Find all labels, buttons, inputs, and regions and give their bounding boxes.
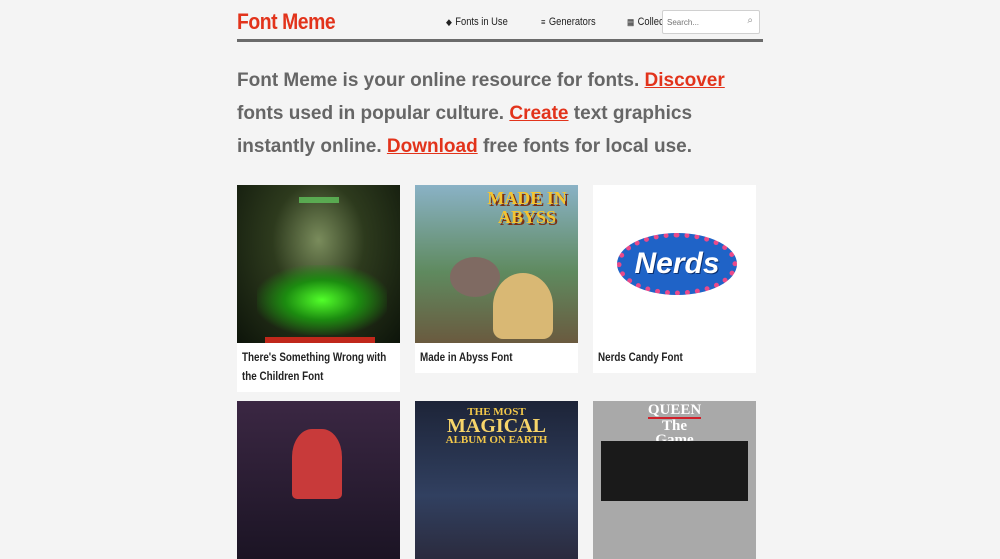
art-logo-text: MADE IN ABYSS bbox=[487, 188, 567, 227]
art-photo bbox=[601, 441, 748, 501]
nav-generators[interactable]: ≡ Generators bbox=[541, 16, 596, 28]
card-thumbnail[interactable]: QUEEN The Game bbox=[593, 401, 756, 559]
nav-fonts-in-use[interactable]: ◆ Fonts in Use bbox=[446, 16, 508, 28]
art-figure bbox=[292, 429, 342, 499]
page-container: Font Meme ◆ Fonts in Use ≡ Generators ▦ … bbox=[237, 0, 763, 559]
art-title bbox=[265, 337, 375, 343]
tag-icon: ◆ bbox=[446, 16, 452, 27]
intro-segment: Font Meme is your online resource for fo… bbox=[237, 70, 645, 91]
site-header: Font Meme ◆ Fonts in Use ≡ Generators ▦ … bbox=[237, 0, 763, 42]
font-card[interactable]: QUEEN The Game bbox=[593, 401, 756, 559]
main-nav: ◆ Fonts in Use ≡ Generators ▦ Collection bbox=[446, 16, 688, 28]
intro-text: Font Meme is your online resource for fo… bbox=[237, 64, 763, 163]
search-input[interactable] bbox=[667, 15, 737, 29]
art-logo-text: Nerds bbox=[617, 233, 737, 295]
card-thumbnail[interactable] bbox=[237, 185, 400, 343]
art-glow bbox=[257, 265, 387, 335]
card-caption[interactable]: Nerds Candy Font bbox=[593, 343, 756, 373]
generators-icon: ≡ bbox=[540, 17, 546, 27]
nav-label: Fonts in Use bbox=[455, 16, 508, 28]
nav-label: Generators bbox=[548, 16, 596, 28]
intro-segment: fonts used in popular culture. bbox=[237, 103, 510, 124]
font-card[interactable]: MADE IN ABYSS Made in Abyss Font bbox=[415, 185, 578, 373]
art-logo bbox=[299, 197, 339, 203]
discover-link[interactable]: Discover bbox=[645, 70, 725, 91]
card-caption-text: Made in Abyss Font bbox=[420, 350, 513, 364]
card-caption-text: Nerds Candy Font bbox=[598, 350, 683, 364]
art-line: ALBUM ON EARTH bbox=[445, 434, 548, 446]
card-thumbnail[interactable]: MADE IN ABYSS bbox=[415, 185, 578, 343]
art-line: MAGICAL bbox=[447, 415, 546, 437]
card-thumbnail[interactable] bbox=[237, 401, 400, 559]
art-text: THE MOST MAGICAL ALBUM ON EARTH bbox=[415, 405, 578, 447]
search-icon[interactable]: ⌕ bbox=[747, 15, 753, 26]
grid-icon: ▦ bbox=[626, 16, 635, 27]
art-line: QUEEN bbox=[647, 402, 702, 419]
create-link[interactable]: Create bbox=[509, 103, 568, 124]
card-caption[interactable]: Made in Abyss Font bbox=[415, 343, 578, 373]
font-card[interactable]: THE MOST MAGICAL ALBUM ON EARTH bbox=[415, 401, 578, 559]
card-caption[interactable]: There's Something Wrong with the Childre… bbox=[237, 343, 400, 392]
art-line: The bbox=[661, 418, 687, 434]
site-logo[interactable]: Font Meme bbox=[237, 9, 336, 35]
art-creature bbox=[450, 257, 500, 297]
font-grid: There's Something Wrong with the Childre… bbox=[237, 185, 763, 559]
art-character bbox=[493, 273, 553, 339]
font-card[interactable]: There's Something Wrong with the Childre… bbox=[237, 185, 400, 392]
card-thumbnail[interactable]: Nerds bbox=[593, 185, 756, 343]
card-thumbnail[interactable]: THE MOST MAGICAL ALBUM ON EARTH bbox=[415, 401, 578, 559]
search-box: ⌕ bbox=[662, 10, 760, 34]
font-card[interactable]: Nerds Nerds Candy Font bbox=[593, 185, 756, 373]
card-caption-text: There's Something Wrong with the Childre… bbox=[242, 350, 387, 383]
intro-segment: free fonts for local use. bbox=[477, 136, 693, 157]
font-card[interactable] bbox=[237, 401, 400, 559]
download-link[interactable]: Download bbox=[387, 136, 478, 157]
